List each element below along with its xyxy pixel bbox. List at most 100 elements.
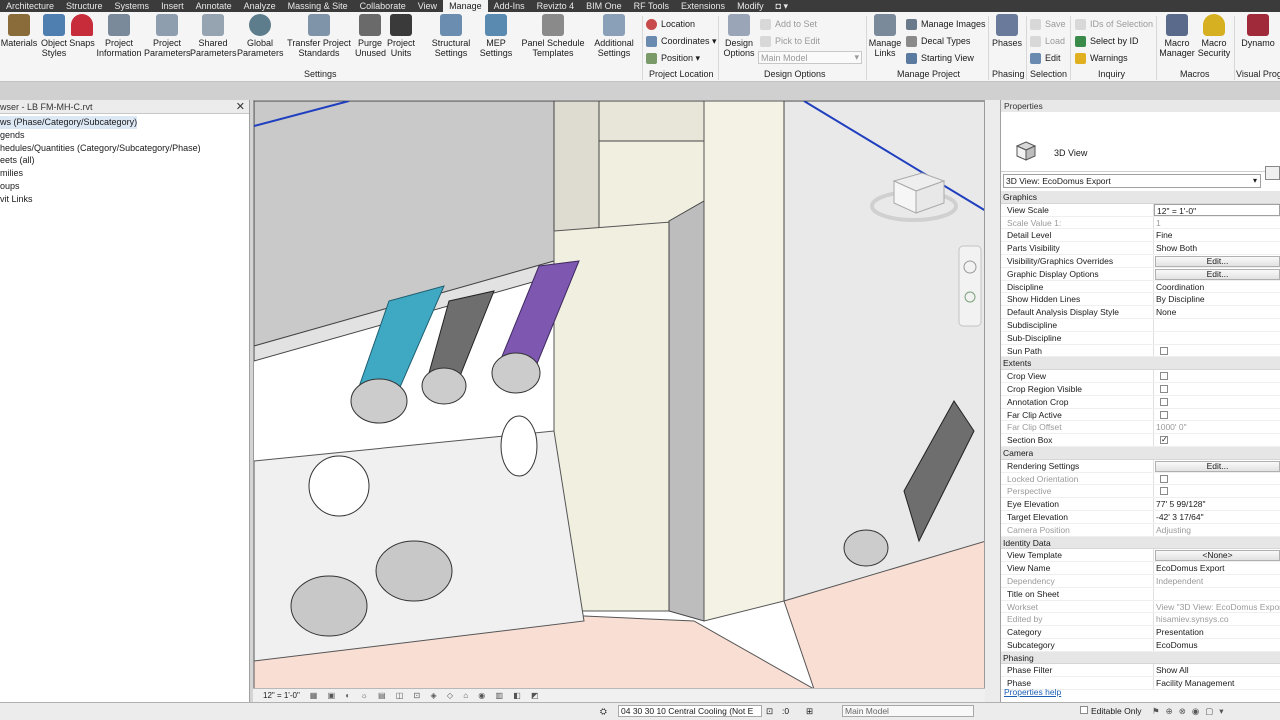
selection-edit-button[interactable]: Edit [1030, 50, 1061, 66]
manage-images-button[interactable]: Manage Images [906, 16, 986, 32]
property-value[interactable]: Edit... [1154, 268, 1280, 280]
tab-massing-site[interactable]: Massing & Site [282, 0, 354, 12]
view-control-icons[interactable]: ▦ ▣ ◐ ☼ ▤ ◫ ⊡ ◈ ◇ ⌂ ◉ ▥ ◧ ◩ [310, 691, 543, 700]
tab-view[interactable]: View [412, 0, 443, 12]
property-value[interactable]: Coordination [1154, 281, 1280, 293]
add-to-set-button[interactable]: Add to Set [760, 16, 817, 32]
location-button[interactable]: Location [646, 16, 695, 32]
editable-only-checkbox[interactable]: Editable Only [1080, 706, 1142, 716]
ids-of-selection-button[interactable]: IDs of Selection [1075, 16, 1153, 32]
property-value[interactable]: Fine [1154, 229, 1280, 241]
view-template-button[interactable]: <None> [1155, 550, 1280, 562]
browser-node[interactable]: hedules/Quantities (Category/Subcategory… [0, 143, 201, 153]
property-value[interactable]: <None> [1154, 549, 1280, 562]
property-section[interactable]: Extents [1001, 357, 1280, 371]
property-section[interactable]: Phasing [1001, 651, 1280, 665]
design-options-button[interactable]: Design Options [722, 14, 756, 58]
checkbox[interactable] [1160, 397, 1168, 406]
tab-manage[interactable]: Manage [443, 0, 488, 12]
dynamo-button[interactable]: Dynamo [1238, 14, 1278, 48]
tab-analyze[interactable]: Analyze [238, 0, 282, 12]
warnings-button[interactable]: Warnings [1075, 50, 1128, 66]
macro-manager-button[interactable]: Macro Manager [1158, 14, 1196, 58]
property-value[interactable]: Edit... [1154, 460, 1280, 472]
property-value[interactable]: By Discipline [1154, 293, 1280, 305]
view-scale-label[interactable]: 12" = 1'-0" [263, 691, 300, 700]
checkbox[interactable] [1160, 372, 1168, 381]
tab-insert[interactable]: Insert [155, 0, 190, 12]
edit-button[interactable]: Edit... [1155, 268, 1280, 280]
view-instance-selector[interactable]: 3D View: EcoDomus Export ▾ [1003, 174, 1261, 188]
properties-help-link[interactable]: Properties help [1004, 687, 1061, 697]
close-icon[interactable]: ✕ [236, 100, 245, 114]
tab-bim-one[interactable]: BIM One [580, 0, 628, 12]
manage-links-button[interactable]: Manage Links [868, 14, 902, 58]
coordinates-button[interactable]: Coordinates ▾ [646, 33, 717, 49]
selection-load-button[interactable]: Load [1030, 33, 1065, 49]
additional-settings-button[interactable]: Additional Settings [590, 14, 638, 58]
decal-types-button[interactable]: Decal Types [906, 33, 970, 49]
browser-node[interactable]: milies [0, 168, 23, 178]
tab-annotate[interactable]: Annotate [190, 0, 238, 12]
editable-icon[interactable]: ⊡ [766, 706, 773, 717]
property-value[interactable] [1154, 383, 1280, 395]
selection-save-button[interactable]: Save [1030, 16, 1066, 32]
property-value[interactable]: 77' 5 99/128" [1154, 498, 1280, 510]
checkbox[interactable] [1160, 434, 1168, 446]
macro-security-button[interactable]: Macro Security [1196, 14, 1232, 58]
phases-button[interactable]: Phases [990, 14, 1024, 48]
browser-node[interactable]: ws (Phase/Category/Subcategory) [0, 116, 138, 129]
object-styles-button[interactable]: Object Styles [38, 14, 70, 58]
design-option-dropdown[interactable]: Main Model [842, 705, 974, 717]
property-value[interactable] [1154, 588, 1280, 600]
property-value[interactable]: Edit... [1154, 255, 1280, 267]
snaps-button[interactable]: Snaps [68, 14, 96, 48]
property-value[interactable] [1154, 319, 1280, 331]
property-value[interactable]: Show Both [1154, 242, 1280, 254]
edit-type-button[interactable] [1265, 166, 1280, 180]
browser-node[interactable]: eets (all) [0, 155, 35, 165]
property-section[interactable]: Graphics [1001, 191, 1280, 204]
select-by-id-button[interactable]: Select by ID [1075, 33, 1139, 49]
checkbox[interactable] [1160, 410, 1168, 419]
tab-architecture[interactable]: Architecture [0, 0, 60, 12]
property-value[interactable]: Facility Management [1154, 677, 1280, 689]
property-value[interactable] [1154, 396, 1280, 408]
quick-access-icon[interactable]: ◘ ▾ [770, 0, 794, 12]
property-value[interactable]: EcoDomus Export [1154, 562, 1280, 574]
property-value[interactable]: Presentation [1154, 626, 1280, 638]
browser-node[interactable]: gends [0, 130, 25, 140]
tab-structure[interactable]: Structure [60, 0, 109, 12]
starting-view-button[interactable]: Starting View [906, 50, 974, 66]
edit-button[interactable]: Edit... [1155, 460, 1280, 472]
property-value[interactable] [1154, 434, 1280, 446]
checkbox[interactable] [1160, 346, 1168, 355]
pick-to-edit-button[interactable]: Pick to Edit [760, 33, 820, 49]
global-parameters-button[interactable]: Global Parameters [237, 14, 284, 58]
transfer-project-standards-button[interactable]: Transfer Project Standards [283, 14, 355, 58]
property-value[interactable]: None [1154, 306, 1280, 318]
tab-revizto-4[interactable]: Revizto 4 [531, 0, 581, 12]
type-selector[interactable]: 3D View [1001, 112, 1280, 172]
3d-viewport[interactable] [253, 100, 985, 702]
property-value[interactable]: Show All [1154, 664, 1280, 676]
property-value[interactable] [1154, 409, 1280, 421]
design-options-icon[interactable]: ⊞ [806, 706, 813, 717]
property-value[interactable] [1154, 332, 1280, 344]
active-workset-dropdown[interactable]: 04 30 30 10 Central Cooling (Not E [618, 705, 762, 717]
checkbox[interactable] [1160, 384, 1168, 393]
purge-unused-button[interactable]: Purge Unused [355, 14, 386, 58]
mep-settings-button[interactable]: MEP Settings [478, 14, 514, 58]
project-information-button[interactable]: Project Information [96, 14, 142, 58]
selection-filter-icons[interactable]: ⚑⊕⊗◉▢▾ [1152, 706, 1230, 717]
browser-node[interactable]: vit Links [0, 194, 33, 204]
tab-extensions[interactable]: Extensions [675, 0, 731, 12]
tab-modify[interactable]: Modify [731, 0, 770, 12]
structural-settings-button[interactable]: Structural Settings [428, 14, 474, 58]
worksets-icon[interactable]: ⛭ [600, 706, 607, 717]
navigation-bar[interactable] [958, 245, 982, 327]
tab-add-ins[interactable]: Add-Ins [488, 0, 531, 12]
tab-rf-tools[interactable]: RF Tools [628, 0, 675, 12]
property-value[interactable] [1154, 345, 1280, 357]
property-value[interactable] [1154, 370, 1280, 382]
